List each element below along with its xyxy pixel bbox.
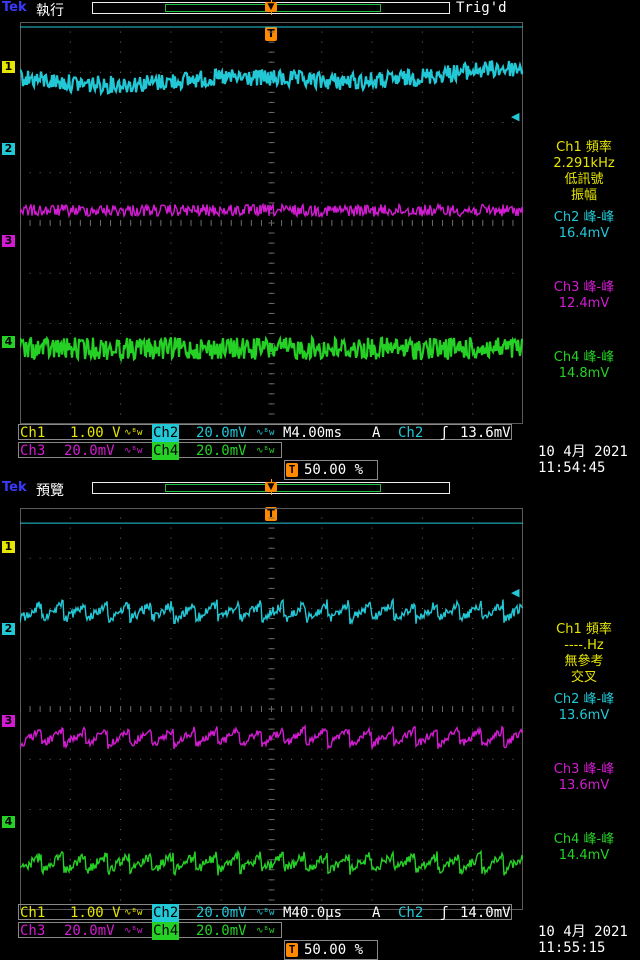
status-frame [284,460,378,480]
ch3-ground-marker[interactable]: 3 [2,235,15,247]
brand-logo: Tek [2,480,27,495]
acquisition-mode: 預覽 [36,483,64,499]
ch1-measure-note: 交叉 [570,670,597,685]
ch4-measure-label: Ch4 峰-峰 [553,832,615,847]
ch2-scale[interactable]: 20.0mV [196,904,247,922]
ch2-trace [20,597,523,626]
ch2-label[interactable]: Ch2 [152,904,180,922]
trigger-arrow-icon: ▼ [265,2,277,12]
ch1-label[interactable]: Ch1 [20,904,45,922]
ch4-trace [20,849,523,876]
ch2-ground-marker[interactable]: 2 [2,623,15,635]
trigger-level[interactable]: 13.6mV [460,424,511,442]
ch1-scale[interactable]: 1.00 V [70,424,121,442]
ch3-scale[interactable]: 20.0mV [64,922,115,940]
ch1-ground-marker[interactable]: 1 [2,61,15,73]
trigger-arrow-icon: ▼ [265,482,277,492]
trigger-level[interactable]: 14.0mV [460,904,511,922]
trigger-status: Trig'd [456,0,507,16]
ch4-label[interactable]: Ch4 [152,442,180,460]
ch4-measure-value: 14.8mV [558,366,610,381]
ch4-label[interactable]: Ch4 [152,922,180,940]
date: 10 4月 2021 [538,444,628,460]
scope-screen-top: Tek 執行 Trig'd ▼ T 1 2 3 4 ◀ Ch1 頻率 2.291… [0,0,640,480]
timebase[interactable]: M40.0µs [283,904,342,922]
ch1-measure-value: 2.291kHz [553,156,615,171]
trigger-source[interactable]: Ch2 [398,904,423,922]
timebase[interactable]: M4.00ms [283,424,342,442]
status-frame [284,940,378,960]
top-bar: Tek 預覽 [0,479,640,499]
ch2-bandwidth-icon: ∿ᴮw [256,908,275,918]
ch2-bandwidth-icon: ∿ᴮw [256,428,275,438]
time: 11:54:45 [538,460,606,476]
ch3-scale[interactable]: 20.0mV [64,442,115,460]
time: 11:55:15 [538,940,606,956]
ch1-label[interactable]: Ch1 [20,424,45,442]
ch3-ground-marker[interactable]: 3 [2,715,15,727]
trigger-mode: A [372,425,381,441]
ch3-measure-label: Ch3 峰-峰 [553,280,615,295]
trigger-level-arrow-icon: ◀ [511,586,520,599]
ch4-trace [20,334,523,364]
measurement-panel: Ch1 頻率 2.291kHz 低訊號 振幅 Ch2 峰-峰 16.4mV Ch… [528,140,640,382]
ch2-measure-label: Ch2 峰-峰 [553,692,615,707]
waveform-grid [20,508,523,910]
ch3-trace [20,202,523,219]
ch3-measure-label: Ch3 峰-峰 [553,762,615,777]
ch1-measure-label: Ch1 頻率 [556,622,612,637]
ch1-measure-note: 振幅 [570,188,597,203]
top-bar: Tek 執行 Trig'd [0,0,640,19]
graticule [20,508,523,910]
ch2-scale[interactable]: 20.0mV [196,424,247,442]
ch2-trace [20,60,523,97]
ch4-ground-marker[interactable]: 4 [2,336,15,348]
ch4-measure-label: Ch4 峰-峰 [553,350,615,365]
ch3-bandwidth-icon: ∿ᴮw [124,926,143,936]
trigger-level-arrow-icon: ◀ [511,110,520,123]
ch2-measure-value: 13.6mV [558,708,610,723]
scope-screen-bottom: Tek 預覽 ▼ T 1 2 3 4 ◀ Ch1 頻率 ----.Hz 無參考 … [0,479,640,960]
ch1-measure-value: ----.Hz [564,638,604,653]
ch3-measure-value: 12.4mV [558,296,610,311]
brand-logo: Tek [2,0,27,15]
ch1-measure-note: 無參考 [564,654,604,669]
ch4-bandwidth-icon: ∿ᴮw [256,446,275,456]
ch3-label[interactable]: Ch3 [20,442,45,460]
measurement-panel: Ch1 頻率 ----.Hz 無參考 交叉 Ch2 峰-峰 13.6mV Ch3… [528,622,640,864]
trigger-mode: A [372,905,381,921]
ch3-measure-value: 13.6mV [558,778,610,793]
ch4-ground-marker[interactable]: 4 [2,816,15,828]
trigger-slope-icon: ʃ [440,905,449,921]
ch3-bandwidth-icon: ∿ᴮw [124,446,143,456]
ch4-bandwidth-icon: ∿ᴮw [256,926,275,936]
ch1-measure-label: Ch1 頻率 [556,140,612,155]
ch4-scale[interactable]: 20.0mV [196,922,247,940]
ch2-label[interactable]: Ch2 [152,424,180,442]
ch1-bandwidth-icon: ∿ᴮw [124,908,143,918]
ch2-measure-value: 16.4mV [558,226,610,241]
ch3-label[interactable]: Ch3 [20,922,45,940]
trigger-slope-icon: ʃ [440,425,449,441]
ch4-measure-value: 14.4mV [558,848,610,863]
date: 10 4月 2021 [538,924,628,940]
ch2-ground-marker[interactable]: 2 [2,143,15,155]
acquisition-mode: 執行 [36,3,64,19]
ch1-scale[interactable]: 1.00 V [70,904,121,922]
waveform-grid [20,22,523,424]
ch2-measure-label: Ch2 峰-峰 [553,210,615,225]
trigger-source[interactable]: Ch2 [398,424,423,442]
ch1-measure-note: 低訊號 [564,172,604,187]
ch3-trace [20,723,523,751]
ch1-ground-marker[interactable]: 1 [2,541,15,553]
ch1-bandwidth-icon: ∿ᴮw [124,428,143,438]
ch4-scale[interactable]: 20.0mV [196,442,247,460]
